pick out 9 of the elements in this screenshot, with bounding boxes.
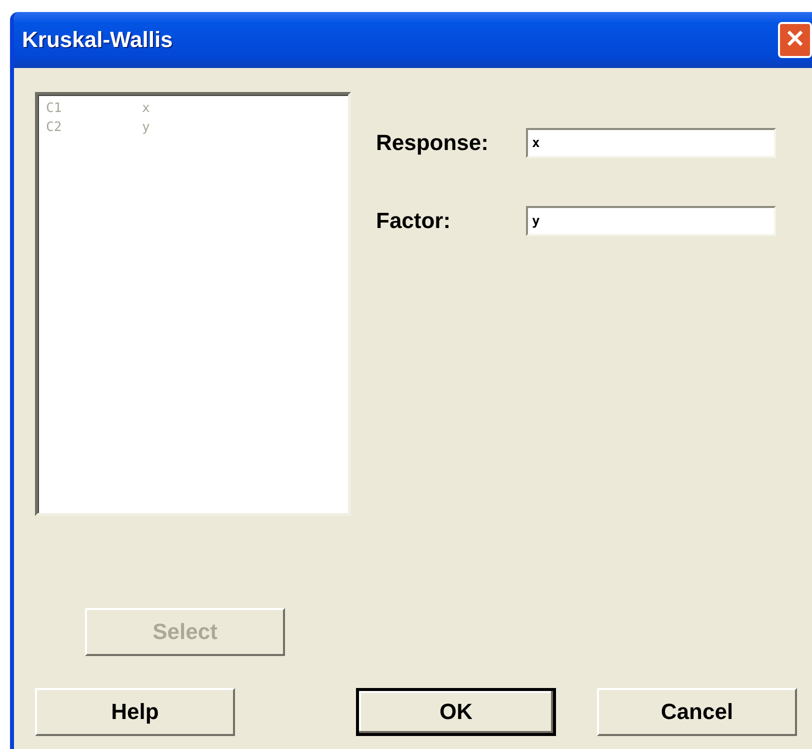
window-title: Kruskal-Wallis <box>22 27 173 53</box>
field-label: Response: <box>376 130 490 156</box>
close-button[interactable]: ✕ <box>778 22 812 58</box>
input-field[interactable]: x <box>526 128 776 158</box>
field-label: Factor: <box>376 208 452 234</box>
dialog-button[interactable]: Help <box>35 688 235 736</box>
dialog-button[interactable]: OK <box>356 688 556 736</box>
dialog-button[interactable]: Cancel <box>597 688 797 736</box>
input-field[interactable]: y <box>526 206 776 236</box>
